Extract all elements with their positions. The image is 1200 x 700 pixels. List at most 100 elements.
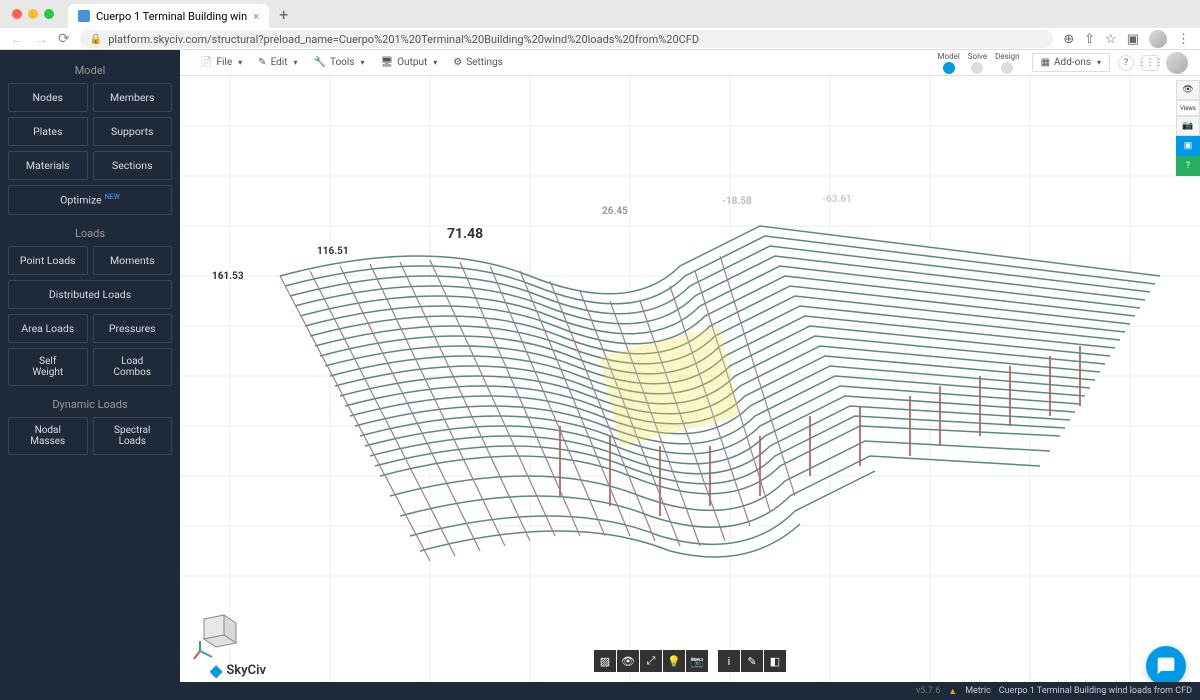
reload-button[interactable]: ⟳ [58, 31, 70, 47]
chat-button[interactable] [1146, 646, 1186, 686]
project-name: Cuerpo 1 Terminal Building wind loads fr… [999, 686, 1192, 696]
point-loads-button[interactable]: Point Loads [8, 246, 88, 275]
distributed-loads-button[interactable]: Distributed Loads [8, 280, 172, 309]
nodes-button[interactable]: Nodes [8, 83, 88, 112]
mode-dot-icon [1001, 62, 1013, 74]
bookmark-icon[interactable]: ☆ [1105, 32, 1117, 47]
new-badge: NEW [105, 193, 120, 201]
logo-icon: ◆ [210, 661, 222, 680]
loads-header: Loads [8, 221, 172, 246]
settings-menu[interactable]: ⚙Settings [445, 54, 510, 71]
hide-button[interactable]: ▨ [594, 650, 616, 672]
mode-model[interactable]: Model [934, 50, 964, 76]
dynamic-loads-header: Dynamic Loads [8, 392, 172, 417]
erase-button[interactable]: ◧ [764, 650, 786, 672]
area-loads-button[interactable]: Area Loads [8, 314, 88, 343]
edit-button[interactable]: ✎ [741, 650, 763, 672]
info-button[interactable]: i [718, 650, 740, 672]
wrench-icon: 🔧 [314, 57, 326, 68]
plates-button[interactable]: Plates [8, 117, 88, 146]
lightbulb-button[interactable]: 💡 [663, 650, 685, 672]
dimension-label: -63.61 [820, 194, 854, 205]
cube-button[interactable]: ▣ [1176, 136, 1200, 156]
browser-chrome: Cuerpo 1 Terminal Building win × + ← → ⟳… [0, 0, 1200, 50]
chevron-down-icon: ▾ [294, 58, 298, 67]
mode-design[interactable]: Design [991, 50, 1023, 76]
views-button[interactable]: Views [1176, 100, 1200, 116]
file-menu[interactable]: 📄File▾ [192, 54, 250, 71]
edit-menu[interactable]: ✎Edit▾ [250, 54, 305, 71]
camera-button[interactable]: 📷 [686, 650, 708, 672]
eye-button[interactable]: 👁 [1176, 80, 1200, 100]
materials-button[interactable]: Materials [8, 151, 88, 180]
addons-button[interactable]: ▦Add-ons▾ [1032, 53, 1110, 72]
close-window-button[interactable] [12, 9, 22, 19]
back-button[interactable]: ← [10, 31, 24, 48]
profile-avatar[interactable] [1149, 30, 1167, 48]
gear-icon: ⚙ [453, 57, 462, 68]
help-side-button[interactable]: ? [1176, 156, 1200, 176]
dimension-label: 26.45 [600, 206, 630, 217]
screenshot-button[interactable]: 📷 [1176, 116, 1200, 136]
window-controls [12, 9, 54, 19]
maximize-window-button[interactable] [44, 9, 54, 19]
visibility-button[interactable]: 👁 [617, 650, 639, 672]
spectral-loads-button[interactable]: SpectralLoads [93, 417, 173, 455]
supports-button[interactable]: Supports [93, 117, 173, 146]
members-button[interactable]: Members [93, 83, 173, 112]
tab-title: Cuerpo 1 Terminal Building win [96, 10, 247, 23]
right-toolbar: 👁 Views 📷 ▣ ? [1176, 80, 1200, 176]
user-avatar[interactable] [1166, 52, 1188, 74]
url-field[interactable]: 🔒 platform.skyciv.com/structural?preload… [80, 30, 1054, 48]
chevron-down-icon: ▾ [360, 58, 364, 67]
extensions-icon[interactable]: ▣ [1127, 32, 1139, 47]
sections-button[interactable]: Sections [93, 151, 173, 180]
dimension-label: -18.58 [720, 196, 754, 207]
chevron-down-icon: ▾ [238, 58, 242, 67]
monitor-icon: 🖥 [380, 57, 393, 68]
mode-tabs: Model Solve Design [934, 50, 1024, 76]
skyciv-logo: ◆ SkyCiv [210, 661, 266, 680]
expand-button[interactable]: ⤢ [640, 650, 662, 672]
mode-solve[interactable]: Solve [964, 50, 991, 76]
menu-icon[interactable]: ⋮ [1177, 32, 1190, 47]
grid-icon: ▦ [1041, 57, 1050, 68]
minimize-window-button[interactable] [28, 9, 38, 19]
address-bar-row: ← → ⟳ 🔒 platform.skyciv.com/structural?p… [0, 28, 1200, 50]
new-tab-button[interactable]: + [279, 5, 288, 24]
forward-button[interactable]: → [34, 31, 48, 48]
chevron-down-icon: ▾ [1097, 58, 1101, 67]
model-canvas[interactable] [180, 76, 1200, 682]
pencil-icon: ✎ [258, 57, 266, 68]
chevron-down-icon: ▾ [433, 58, 437, 67]
lock-icon: 🔒 [90, 34, 102, 45]
dimension-label: 71.48 [445, 226, 485, 242]
self-weight-button[interactable]: SelfWeight [8, 348, 88, 386]
pressures-button[interactable]: Pressures [93, 314, 173, 343]
close-tab-button[interactable]: × [253, 10, 259, 23]
moments-button[interactable]: Moments [93, 246, 173, 275]
apps-button[interactable]: ⋮⋮⋮ [1142, 55, 1158, 71]
output-menu[interactable]: 🖥Output▾ [372, 54, 445, 71]
share-icon[interactable]: ⇧ [1084, 32, 1095, 47]
address-bar-actions: ⊕ ⇧ ☆ ▣ ⋮ [1063, 30, 1190, 48]
tools-menu[interactable]: 🔧Tools▾ [306, 54, 373, 71]
search-icon[interactable]: ⊕ [1063, 32, 1074, 47]
chat-icon [1156, 656, 1176, 676]
model-header: Model [8, 58, 172, 83]
help-button[interactable]: ? [1118, 55, 1134, 71]
tab-bar: Cuerpo 1 Terminal Building win × + [0, 0, 1200, 28]
version-label: v5.7.6 [916, 686, 940, 696]
viewcube[interactable] [192, 607, 242, 662]
nodal-masses-button[interactable]: NodalMasses [8, 417, 88, 455]
viewport-3d[interactable]: 161.53 116.51 71.48 26.45 -18.58 -63.61 … [180, 76, 1200, 682]
browser-tab[interactable]: Cuerpo 1 Terminal Building win × [68, 4, 269, 28]
optimize-button[interactable]: OptimizeNEW [8, 185, 172, 215]
viewport-toolbar: ▨ 👁 ⤢ 💡 📷 i ✎ ◧ [594, 650, 786, 672]
units-label[interactable]: Metric [965, 686, 991, 696]
mode-dot-icon [943, 62, 955, 74]
file-icon: 📄 [200, 57, 212, 68]
app-toolbar: 📄File▾ ✎Edit▾ 🔧Tools▾ 🖥Output▾ ⚙Settings… [180, 50, 1200, 76]
warning-icon[interactable]: ▲ [948, 686, 957, 697]
load-combos-button[interactable]: LoadCombos [93, 348, 173, 386]
